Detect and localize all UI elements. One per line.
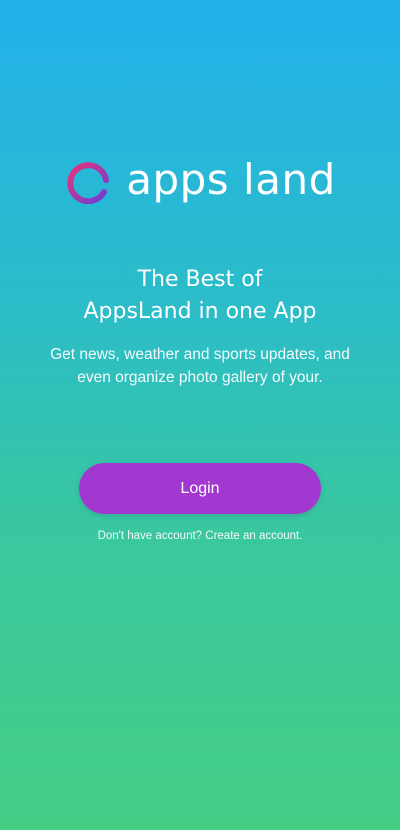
description-text: Get news, weather and sports updates, an… [30,343,370,389]
headline-line-2: AppsLand in one App [83,299,317,324]
description-line-1: Get news, weather and sports updates, an… [50,346,350,363]
headline-line-1: The Best of [137,267,263,292]
signup-prompt-text: Don't have account? [97,530,203,542]
q-ring-logo-icon [67,162,112,204]
brand-logo: apps land [0,150,400,210]
brand-name: apps land [126,155,336,204]
onboarding-screen: apps land The Best of AppsLand in one Ap… [0,0,400,830]
page-title: The Best of AppsLand in one App [0,264,400,328]
create-account-link[interactable]: Create an account. [205,530,302,542]
login-button[interactable]: Login [79,463,321,514]
signup-prompt: Don't have account? Create an account. [0,528,400,544]
description-line-2: even organize photo gallery of your. [77,369,323,386]
